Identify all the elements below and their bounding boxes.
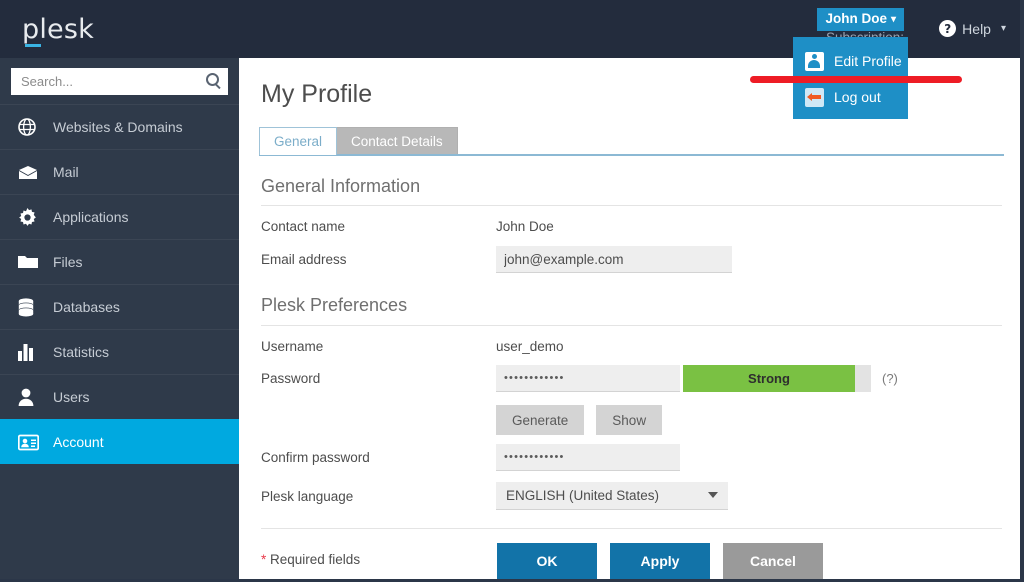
logo-underline bbox=[25, 44, 41, 47]
required-fields-text: Required fields bbox=[266, 552, 360, 567]
envelope-icon bbox=[18, 162, 41, 182]
required-fields-note: * Required fields bbox=[261, 552, 360, 567]
page-title: My Profile bbox=[261, 80, 372, 109]
field-row-plesk-language: Plesk language ENGLISH (United States) bbox=[261, 482, 1002, 510]
sidebar-item-files[interactable]: Files bbox=[0, 239, 239, 284]
search-input[interactable] bbox=[11, 74, 191, 89]
chevron-down-icon bbox=[708, 492, 718, 498]
sidebar-item-label: Statistics bbox=[53, 344, 109, 360]
section-title-general-information: General Information bbox=[261, 176, 420, 197]
tab-contact-details[interactable]: Contact Details bbox=[336, 127, 458, 155]
field-row-confirm-password: Confirm password •••••••••••• bbox=[261, 444, 1002, 471]
field-row-contact-name: Contact name John Doe bbox=[261, 219, 1002, 234]
tab-underline bbox=[259, 154, 1004, 156]
help-label: Help bbox=[962, 21, 991, 37]
menu-item-edit-profile[interactable]: Edit Profile bbox=[793, 43, 908, 79]
sidebar-item-label: Account bbox=[53, 434, 104, 450]
plesk-logo[interactable]: plesk bbox=[22, 14, 94, 45]
password-help-link[interactable]: (?) bbox=[882, 371, 898, 386]
chevron-down-icon: ▾ bbox=[891, 11, 896, 28]
red-annotation-line bbox=[750, 76, 962, 83]
user-menu-button[interactable]: John Doe ▾ bbox=[817, 8, 904, 31]
ok-button[interactable]: OK bbox=[497, 543, 597, 579]
user-icon bbox=[18, 387, 41, 407]
menu-item-label: Edit Profile bbox=[834, 53, 902, 69]
gear-icon bbox=[18, 207, 41, 227]
password-strength-meter: Strong bbox=[683, 365, 871, 392]
search-box[interactable] bbox=[11, 68, 228, 95]
menu-item-log-out[interactable]: Log out bbox=[793, 79, 908, 115]
section-title-plesk-preferences: Plesk Preferences bbox=[261, 295, 407, 316]
bar-chart-icon bbox=[18, 342, 41, 362]
id-card-icon bbox=[18, 432, 41, 452]
section-divider bbox=[261, 325, 1002, 326]
confirm-password-field[interactable]: •••••••••••• bbox=[496, 444, 680, 471]
password-field[interactable]: •••••••••••• bbox=[496, 365, 680, 392]
section-divider bbox=[261, 205, 1002, 206]
form-actions: OK Apply Cancel bbox=[497, 543, 823, 579]
logout-arrow-icon bbox=[803, 86, 825, 108]
sidebar-item-label: Applications bbox=[53, 209, 129, 225]
generate-password-button[interactable]: Generate bbox=[496, 405, 584, 435]
sidebar-item-statistics[interactable]: Statistics bbox=[0, 329, 239, 374]
password-label: Password bbox=[261, 371, 496, 386]
tab-label: General bbox=[274, 134, 322, 149]
language-select[interactable]: ENGLISH (United States) bbox=[496, 482, 728, 510]
sidebar-item-account[interactable]: Account bbox=[0, 419, 239, 464]
confirm-password-label: Confirm password bbox=[261, 450, 496, 465]
field-row-username: Username user_demo bbox=[261, 339, 1002, 354]
sidebar-item-label: Users bbox=[53, 389, 90, 405]
cancel-button[interactable]: Cancel bbox=[723, 543, 823, 579]
sidebar-item-mail[interactable]: Mail bbox=[0, 149, 239, 194]
globe-icon bbox=[18, 117, 41, 137]
sidebar: Websites & Domains Mail Applications Fil… bbox=[0, 58, 239, 579]
password-strength-label: Strong bbox=[683, 365, 855, 392]
user-name: John Doe bbox=[825, 11, 887, 26]
tab-general[interactable]: General bbox=[259, 127, 337, 155]
main-content: My Profile General Contact Details Gener… bbox=[239, 58, 1020, 579]
sidebar-item-databases[interactable]: Databases bbox=[0, 284, 239, 329]
show-password-button[interactable]: Show bbox=[596, 405, 662, 435]
contact-name-value: John Doe bbox=[496, 219, 554, 234]
sidebar-item-label: Websites & Domains bbox=[53, 119, 183, 135]
sidebar-item-label: Databases bbox=[53, 299, 120, 315]
apply-button[interactable]: Apply bbox=[610, 543, 710, 579]
field-row-password: Password •••••••••••• Strong (?) bbox=[261, 365, 1002, 392]
sidebar-item-websites-domains[interactable]: Websites & Domains bbox=[0, 104, 239, 149]
sidebar-item-label: Mail bbox=[53, 164, 79, 180]
plesk-language-label: Plesk language bbox=[261, 489, 496, 504]
question-circle-icon: ? bbox=[939, 20, 956, 37]
help-menu-button[interactable]: ? Help ▾ bbox=[939, 20, 1006, 37]
email-address-label: Email address bbox=[261, 252, 496, 267]
sidebar-item-applications[interactable]: Applications bbox=[0, 194, 239, 239]
sidebar-item-label: Files bbox=[53, 254, 83, 270]
search-icon bbox=[206, 73, 219, 86]
plesk-control-panel: plesk Logged in as Subscription: John Do… bbox=[0, 0, 1024, 582]
sidebar-item-users[interactable]: Users bbox=[0, 374, 239, 419]
contact-name-label: Contact name bbox=[261, 219, 496, 234]
tab-bar: General Contact Details bbox=[259, 127, 1004, 155]
id-badge-icon bbox=[803, 50, 825, 72]
search-row bbox=[0, 58, 239, 104]
username-label: Username bbox=[261, 339, 496, 354]
chevron-down-icon: ▾ bbox=[1001, 23, 1006, 34]
email-field[interactable] bbox=[496, 246, 732, 273]
database-icon bbox=[18, 297, 41, 317]
username-value: user_demo bbox=[496, 339, 564, 354]
folder-icon bbox=[18, 252, 41, 272]
footer-divider bbox=[261, 528, 1002, 529]
field-row-email-address: Email address bbox=[261, 246, 1002, 273]
tab-label: Contact Details bbox=[351, 134, 443, 149]
language-select-value: ENGLISH (United States) bbox=[506, 488, 659, 503]
menu-item-label: Log out bbox=[834, 89, 881, 105]
password-actions-row: Generate Show bbox=[261, 405, 1002, 435]
